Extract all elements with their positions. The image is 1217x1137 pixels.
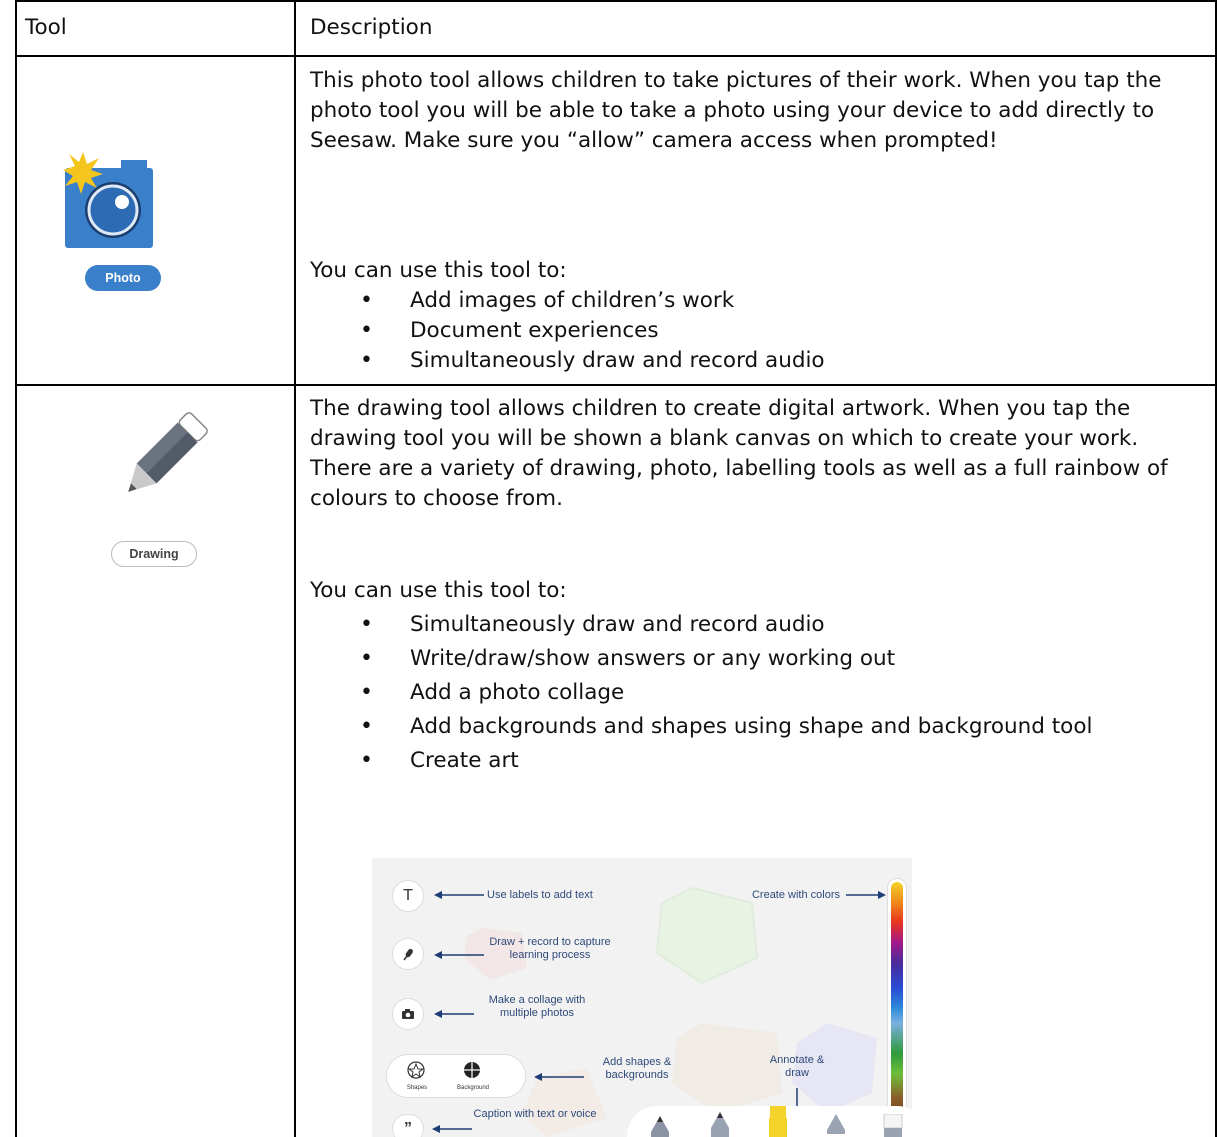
pencil-gray-icon[interactable] xyxy=(825,1114,847,1137)
list-item: Create art xyxy=(360,746,1092,776)
arrow-right-icon xyxy=(846,891,886,899)
background-icon xyxy=(464,1062,480,1078)
list-item: Document experiences xyxy=(360,316,825,346)
photo-uses-list: Add images of children’s work Document e… xyxy=(360,286,825,376)
photo-tool-badge: Photo xyxy=(85,265,161,291)
list-item: Add images of children’s work xyxy=(360,286,825,316)
label-annotate: Annotate & draw xyxy=(769,1054,825,1079)
table-top-border xyxy=(15,0,1217,2)
label-text-tool: Use labels to add text xyxy=(487,889,593,901)
pencil-gray-icon[interactable] xyxy=(709,1112,731,1137)
list-item: Add a photo collage xyxy=(360,678,1092,708)
drawing-tools-screenshot: T Use labels to add text Draw + record t… xyxy=(372,858,912,1137)
color-palette[interactable] xyxy=(887,878,907,1137)
label-collage: Make a collage with multiple photos xyxy=(488,994,586,1019)
table-left-border xyxy=(15,0,17,1137)
header-description: Description xyxy=(310,15,433,40)
drawing-uses-list: Simultaneously draw and record audio Wri… xyxy=(360,610,1092,776)
pencil-gray-icon[interactable] xyxy=(649,1116,671,1137)
header-divider xyxy=(15,55,1217,57)
header-tool: Tool xyxy=(25,15,67,40)
list-item: Add backgrounds and shapes using shape a… xyxy=(360,712,1092,742)
list-item: Write/draw/show answers or any working o… xyxy=(360,644,1092,674)
drawing-description: The drawing tool allows children to crea… xyxy=(310,396,1168,511)
drawing-uses-intro: You can use this tool to: xyxy=(310,578,567,603)
list-item: Simultaneously draw and record audio xyxy=(360,610,1092,640)
arrow-left-icon xyxy=(434,951,484,959)
camera-icon xyxy=(63,152,153,248)
photo-description: This photo tool allows children to take … xyxy=(310,68,1162,153)
pencil-tray xyxy=(627,1106,912,1137)
column-divider xyxy=(294,0,296,1137)
eraser-icon[interactable] xyxy=(882,1114,904,1137)
photo-uses-intro: You can use this tool to: xyxy=(310,258,567,283)
label-caption: Caption with text or voice xyxy=(473,1108,597,1120)
drawing-tool-badge: Drawing xyxy=(111,541,197,567)
text-tool-button[interactable]: T xyxy=(392,880,424,912)
color-gradient xyxy=(891,882,903,1134)
pencil-yellow-icon[interactable] xyxy=(767,1106,789,1137)
arrow-left-icon xyxy=(434,891,484,899)
arrow-left-icon xyxy=(534,1073,584,1081)
camera-small-icon xyxy=(402,1009,414,1019)
shapes-icon xyxy=(407,1061,425,1079)
row-divider xyxy=(15,384,1217,386)
tools-table: Tool Description Photo This photo tool a… xyxy=(15,0,1217,1137)
caption-button[interactable]: ” xyxy=(392,1114,424,1137)
microphone-icon xyxy=(403,948,413,961)
arrow-left-icon xyxy=(432,1125,472,1133)
label-draw-record: Draw + record to capture learning proces… xyxy=(489,936,611,961)
label-shapes: Add shapes & backgrounds xyxy=(602,1056,672,1081)
list-item: Simultaneously draw and record audio xyxy=(360,346,825,376)
draw-record-button[interactable] xyxy=(392,938,424,970)
shapes-background-toggle[interactable]: Shapes Background xyxy=(386,1054,526,1098)
collage-button[interactable] xyxy=(392,998,424,1030)
background-label: Background xyxy=(456,1085,490,1091)
pencil-icon xyxy=(128,412,208,492)
arrow-left-icon xyxy=(434,1010,474,1018)
label-colors: Create with colors xyxy=(751,889,841,901)
shapes-label: Shapes xyxy=(406,1085,428,1091)
